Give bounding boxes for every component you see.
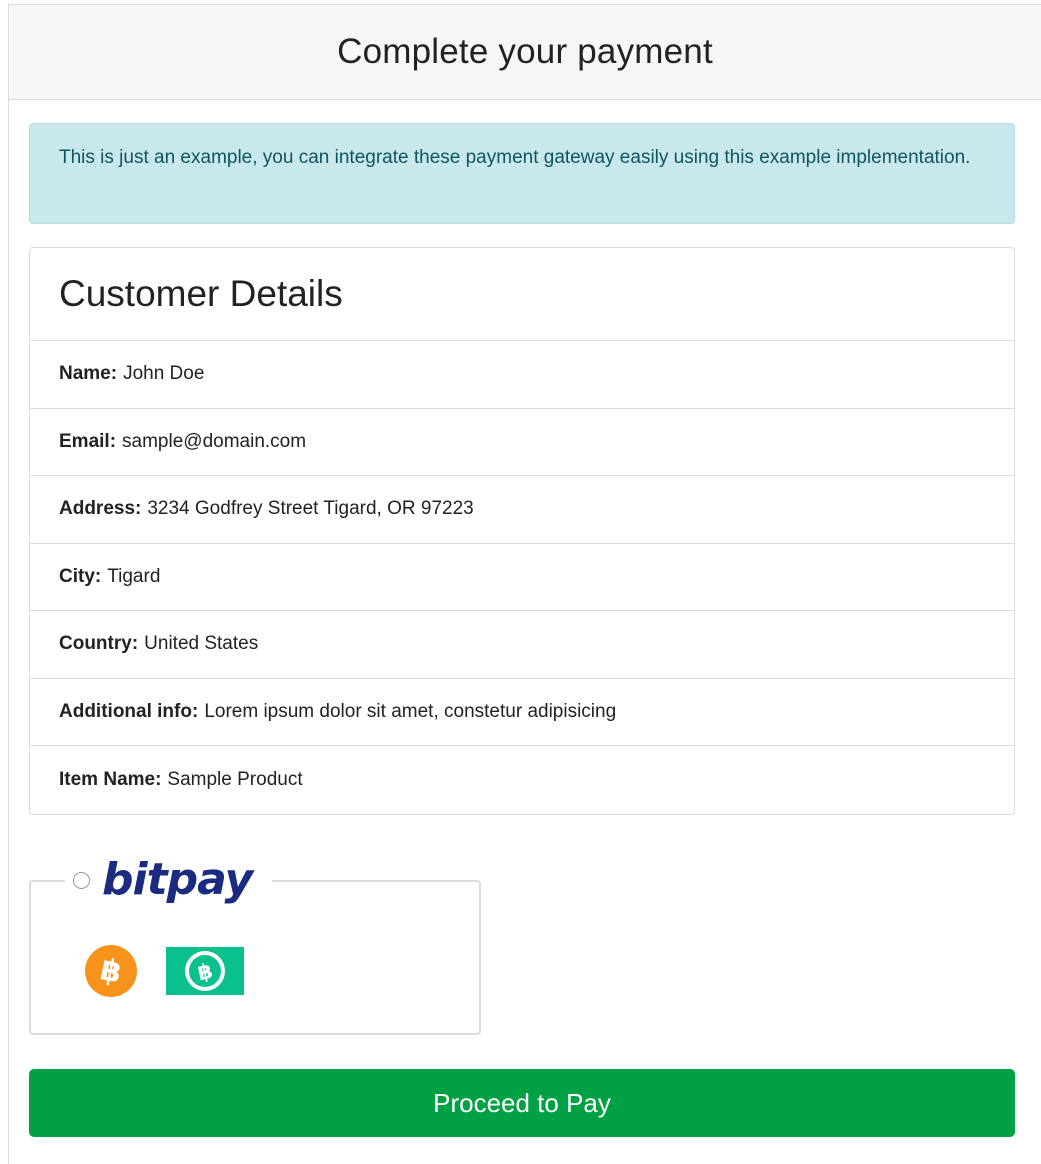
detail-row-email: Email: sample@domain.com [30,409,1014,476]
card-header: Complete your payment [9,5,1041,100]
detail-label: City: [59,565,102,587]
bitpay-logo: bitpay [102,854,253,905]
detail-label: Email: [59,430,117,452]
detail-row-name: Name: John Doe [30,341,1014,409]
detail-row-address: Address: 3234 Godfrey Street Tigard, OR … [30,476,1014,544]
proceed-to-pay-button[interactable]: Proceed to Pay [29,1069,1015,1137]
detail-label: Item Name: [59,768,162,790]
detail-label: Additional info: [59,700,199,722]
detail-label: Country: [59,633,139,655]
detail-value: John Doe [123,363,205,385]
gateway-legend: bitpay [29,852,481,908]
detail-label: Address: [59,498,142,520]
bitpay-radio[interactable] [73,871,90,889]
bitcoin-icon: ฿ [85,945,137,997]
bitcoin-cash-icon: ฿ [166,947,244,995]
detail-row-additional-info: Additional info: Lorem ipsum dolor sit a… [30,679,1014,746]
detail-value: Sample Product [167,768,303,790]
detail-value: United States [144,633,259,655]
detail-value: 3234 Godfrey Street Tigard, OR 97223 [147,498,474,520]
detail-row-city: City: Tigard [30,544,1014,611]
detail-row-item-name: Item Name: Sample Product [30,746,1014,814]
detail-value: Tigard [107,565,161,587]
detail-value: sample@domain.com [122,430,307,452]
bitpay-radio-label[interactable]: bitpay [65,852,273,908]
customer-details-panel: Customer Details Name: John Doe Email: s… [29,247,1015,815]
customer-details-heading: Customer Details [30,248,1014,341]
detail-row-country: Country: United States [30,611,1014,679]
detail-label: Name: [59,363,118,385]
page-title: Complete your payment [337,32,713,71]
detail-value: Lorem ipsum dolor sit amet, constetur ad… [204,700,617,722]
info-alert: This is just an example, you can integra… [29,123,1015,224]
